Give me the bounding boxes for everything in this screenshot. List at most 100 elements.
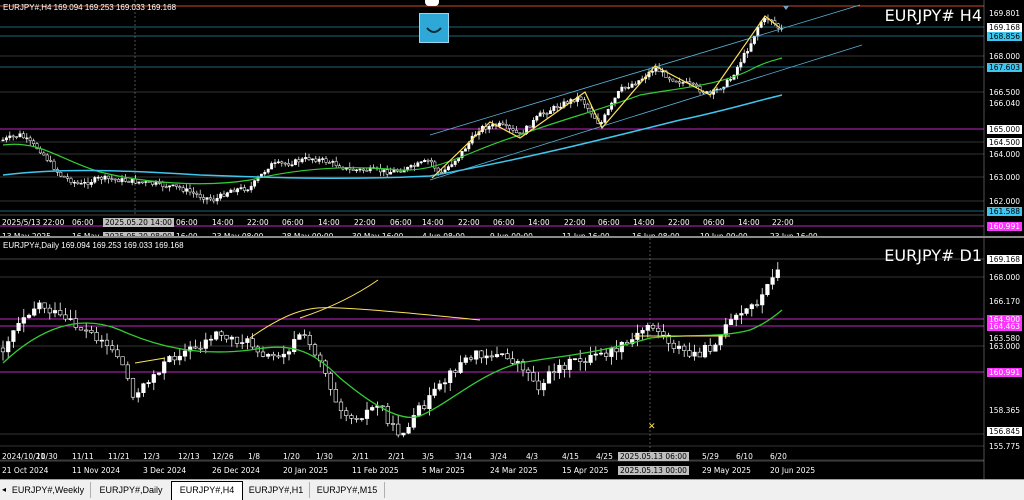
h4-chart-canvas[interactable] xyxy=(0,0,1024,236)
time-label: 2025.05.13 00:00 xyxy=(618,466,689,475)
candle-body xyxy=(283,162,287,165)
candle-body xyxy=(328,373,333,390)
smile-icon[interactable] xyxy=(419,13,449,43)
price-label: 168.856 xyxy=(986,32,1022,41)
candle-body xyxy=(26,314,32,318)
candle-body xyxy=(667,77,671,80)
d1-chart-pane[interactable]: ✕ EURJPY#,Daily 169.094 169.253 169.033 … xyxy=(0,238,1024,479)
candle-body xyxy=(351,168,355,171)
candle-body xyxy=(725,79,729,88)
time-label: 5/29 xyxy=(702,452,719,461)
time-label: 12/26 xyxy=(212,452,234,461)
candle-body xyxy=(195,192,199,195)
tab-eurjpy-daily[interactable]: EURJPY#,Daily xyxy=(91,482,172,498)
candle-body xyxy=(113,178,117,181)
candle-body xyxy=(232,189,236,193)
time-label: 3/24 xyxy=(490,452,507,461)
candle-body xyxy=(4,137,8,141)
candle-body xyxy=(446,166,450,171)
candle-body xyxy=(458,362,463,373)
candle-body xyxy=(314,158,318,162)
candle-body xyxy=(416,405,422,416)
price-label: 161.588 xyxy=(986,207,1022,216)
candle-body xyxy=(338,401,344,412)
candle-body xyxy=(188,188,192,193)
candle-body xyxy=(729,79,733,81)
channel-line xyxy=(429,44,863,181)
candle-body xyxy=(137,181,141,184)
candle-body xyxy=(250,338,255,348)
candle-body xyxy=(115,349,120,358)
candle-body xyxy=(302,334,307,336)
candle-body xyxy=(59,172,63,177)
candle-body xyxy=(735,66,739,76)
candle-body xyxy=(535,116,539,121)
candle-body xyxy=(89,181,93,185)
candle-body xyxy=(552,105,556,111)
time-label: 3/5 xyxy=(422,452,435,461)
price-label: 167.603 xyxy=(986,63,1022,72)
candle-body xyxy=(182,350,188,357)
candle-body xyxy=(86,181,90,185)
candle-body xyxy=(307,157,311,160)
time-label: 4/15 xyxy=(562,452,579,461)
candle-body xyxy=(630,83,634,88)
candle-body xyxy=(744,308,749,314)
candle-body xyxy=(370,407,375,411)
candle-body xyxy=(378,168,382,173)
h4-chart-pane[interactable]: EURJPY#,H4 169.094 169.253 169.033 169.1… xyxy=(0,0,1024,236)
candle-body xyxy=(453,160,457,165)
candle-body xyxy=(300,158,304,163)
trend-curve-yellow xyxy=(299,279,379,319)
candle-body xyxy=(380,405,385,408)
candle-body xyxy=(399,170,403,173)
candle-body xyxy=(297,159,301,163)
candle-body xyxy=(79,183,83,185)
d1-price-axis[interactable]: 169.168 168.000 166.170 164.900 164.463 163.5… xyxy=(984,238,1024,479)
candle-body xyxy=(331,161,335,163)
h4-price-axis[interactable]: 169.801 169.168 168.856 168.000 167.603 166.5… xyxy=(984,0,1024,236)
candle-body xyxy=(412,165,416,167)
tab-eurjpy-m15[interactable]: EURJPY#,M15 xyxy=(310,482,385,498)
candle-body xyxy=(697,351,702,358)
candle-body xyxy=(650,71,654,73)
price-label: 166.040 xyxy=(988,99,1020,108)
candle-body xyxy=(321,158,325,160)
candle-body xyxy=(633,83,637,86)
candle-body xyxy=(365,170,369,172)
d1-chart-canvas[interactable]: ✕ xyxy=(0,238,1024,479)
tab-eurjpy-h1[interactable]: EURJPY#,H1 xyxy=(243,482,310,498)
candle-body xyxy=(191,191,195,194)
h4-chart-header: EURJPY#,H4 169.094 169.253 169.033 169.1… xyxy=(3,3,177,12)
candle-body xyxy=(212,198,216,202)
candle-body xyxy=(219,331,224,336)
candle-body xyxy=(11,135,15,138)
candle-body xyxy=(222,193,226,197)
one-click-trading-handle[interactable] xyxy=(425,0,439,6)
candle-body xyxy=(765,284,770,295)
price-label: 158.365 xyxy=(988,406,1020,415)
candle-body xyxy=(146,382,151,385)
time-label: 06:00 xyxy=(390,218,412,227)
candle-body xyxy=(479,350,484,359)
candle-body xyxy=(47,307,52,314)
tab-eurjpy-weekly[interactable]: EURJPY#,Weekly xyxy=(6,482,91,498)
candle-body xyxy=(437,383,442,390)
time-label: 21 Oct 2024 xyxy=(2,466,49,475)
time-label: 24 Mar 2025 xyxy=(490,466,538,475)
candle-body xyxy=(286,351,292,355)
candle-body xyxy=(754,304,760,306)
candle-body xyxy=(645,325,650,331)
candle-body xyxy=(140,181,144,184)
d1-symbol-title: EURJPY# D1 xyxy=(884,246,982,265)
candle-body xyxy=(324,158,328,163)
candle-body xyxy=(489,355,494,358)
candle-body xyxy=(681,82,685,84)
candle-body xyxy=(586,103,590,109)
candle-body xyxy=(130,378,136,398)
tab-eurjpy-h4[interactable]: EURJPY#,H4 xyxy=(171,481,243,500)
time-label: 29 May 2025 xyxy=(702,466,751,475)
candle-body xyxy=(144,181,148,183)
candle-body xyxy=(640,330,645,334)
candle-body xyxy=(344,410,349,416)
